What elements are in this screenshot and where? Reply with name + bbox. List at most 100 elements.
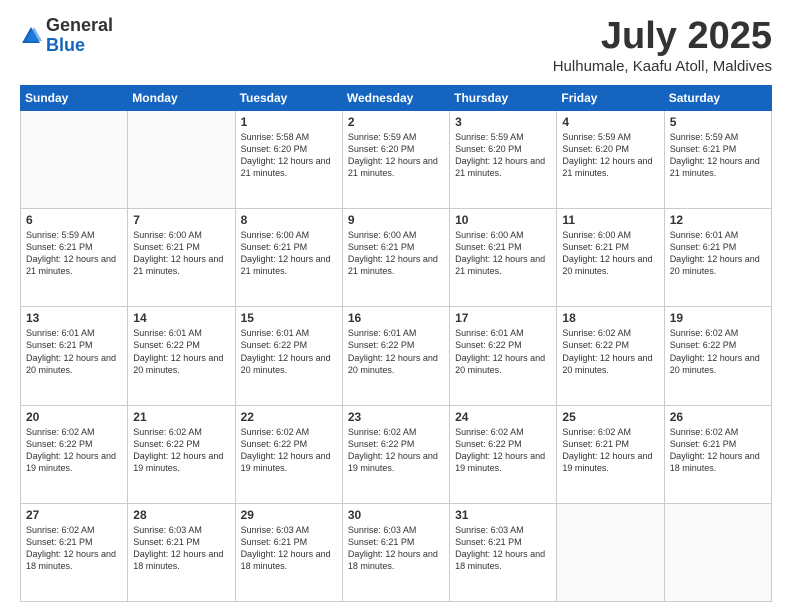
weekday-header-cell: Sunday [21, 85, 128, 110]
day-info: Sunrise: 5:58 AM Sunset: 6:20 PM Dayligh… [241, 131, 337, 180]
calendar-day-cell: 30 Sunrise: 6:03 AM Sunset: 6:21 PM Dayli… [342, 503, 449, 601]
weekday-header-cell: Saturday [664, 85, 771, 110]
day-number: 16 [348, 311, 444, 325]
day-info: Sunrise: 6:01 AM Sunset: 6:22 PM Dayligh… [133, 327, 229, 376]
day-info: Sunrise: 6:02 AM Sunset: 6:22 PM Dayligh… [562, 327, 658, 376]
day-info: Sunrise: 6:03 AM Sunset: 6:21 PM Dayligh… [348, 524, 444, 573]
day-number: 2 [348, 115, 444, 129]
day-info: Sunrise: 6:00 AM Sunset: 6:21 PM Dayligh… [562, 229, 658, 278]
day-info: Sunrise: 6:02 AM Sunset: 6:21 PM Dayligh… [670, 426, 766, 475]
calendar-day-cell: 17 Sunrise: 6:01 AM Sunset: 6:22 PM Dayli… [450, 307, 557, 405]
calendar-week-row: 1 Sunrise: 5:58 AM Sunset: 6:20 PM Daylig… [21, 110, 772, 208]
calendar-day-cell: 23 Sunrise: 6:02 AM Sunset: 6:22 PM Dayli… [342, 405, 449, 503]
day-info: Sunrise: 6:02 AM Sunset: 6:22 PM Dayligh… [133, 426, 229, 475]
day-number: 6 [26, 213, 122, 227]
calendar-day-cell: 6 Sunrise: 5:59 AM Sunset: 6:21 PM Daylig… [21, 209, 128, 307]
day-number: 28 [133, 508, 229, 522]
day-number: 18 [562, 311, 658, 325]
calendar-day-cell: 28 Sunrise: 6:03 AM Sunset: 6:21 PM Dayli… [128, 503, 235, 601]
calendar-day-cell: 27 Sunrise: 6:02 AM Sunset: 6:21 PM Dayli… [21, 503, 128, 601]
calendar-day-cell: 21 Sunrise: 6:02 AM Sunset: 6:22 PM Dayli… [128, 405, 235, 503]
day-number: 1 [241, 115, 337, 129]
logo-icon [20, 25, 42, 47]
day-info: Sunrise: 6:03 AM Sunset: 6:21 PM Dayligh… [455, 524, 551, 573]
day-number: 3 [455, 115, 551, 129]
title-block: July 2025 Hulhumale, Kaafu Atoll, Maldiv… [553, 16, 772, 75]
weekday-header-row: SundayMondayTuesdayWednesdayThursdayFrid… [21, 85, 772, 110]
calendar-week-row: 27 Sunrise: 6:02 AM Sunset: 6:21 PM Dayli… [21, 503, 772, 601]
day-number: 26 [670, 410, 766, 424]
day-info: Sunrise: 6:02 AM Sunset: 6:22 PM Dayligh… [26, 426, 122, 475]
day-info: Sunrise: 6:00 AM Sunset: 6:21 PM Dayligh… [133, 229, 229, 278]
day-info: Sunrise: 6:02 AM Sunset: 6:22 PM Dayligh… [348, 426, 444, 475]
day-number: 21 [133, 410, 229, 424]
calendar-table: SundayMondayTuesdayWednesdayThursdayFrid… [20, 85, 772, 602]
calendar-day-cell: 18 Sunrise: 6:02 AM Sunset: 6:22 PM Dayli… [557, 307, 664, 405]
calendar-day-cell: 13 Sunrise: 6:01 AM Sunset: 6:21 PM Dayli… [21, 307, 128, 405]
calendar-week-row: 13 Sunrise: 6:01 AM Sunset: 6:21 PM Dayli… [21, 307, 772, 405]
logo-blue-text: Blue [46, 35, 85, 55]
calendar-day-cell [128, 110, 235, 208]
day-info: Sunrise: 6:02 AM Sunset: 6:21 PM Dayligh… [26, 524, 122, 573]
day-number: 24 [455, 410, 551, 424]
calendar-day-cell: 20Sunrise: 6:02 AM Sunset: 6:22 PM Dayli… [21, 405, 128, 503]
calendar-day-cell: 9 Sunrise: 6:00 AM Sunset: 6:21 PM Daylig… [342, 209, 449, 307]
day-info: Sunrise: 6:01 AM Sunset: 6:21 PM Dayligh… [26, 327, 122, 376]
calendar-day-cell: 29Sunrise: 6:03 AM Sunset: 6:21 PM Dayli… [235, 503, 342, 601]
day-number: 27 [26, 508, 122, 522]
calendar-day-cell: 15Sunrise: 6:01 AM Sunset: 6:22 PM Dayli… [235, 307, 342, 405]
calendar-day-cell: 31Sunrise: 6:03 AM Sunset: 6:21 PM Dayli… [450, 503, 557, 601]
day-number: 14 [133, 311, 229, 325]
day-number: 12 [670, 213, 766, 227]
calendar-day-cell [557, 503, 664, 601]
calendar-day-cell: 19 Sunrise: 6:02 AM Sunset: 6:22 PM Dayli… [664, 307, 771, 405]
day-info: Sunrise: 5:59 AM Sunset: 6:20 PM Dayligh… [562, 131, 658, 180]
day-number: 5 [670, 115, 766, 129]
day-info: Sunrise: 6:01 AM Sunset: 6:21 PM Dayligh… [670, 229, 766, 278]
day-info: Sunrise: 6:00 AM Sunset: 6:21 PM Dayligh… [455, 229, 551, 278]
day-info: Sunrise: 6:00 AM Sunset: 6:21 PM Dayligh… [348, 229, 444, 278]
day-info: Sunrise: 5:59 AM Sunset: 6:20 PM Dayligh… [455, 131, 551, 180]
weekday-header-cell: Wednesday [342, 85, 449, 110]
day-info: Sunrise: 5:59 AM Sunset: 6:21 PM Dayligh… [670, 131, 766, 180]
month-title: July 2025 [553, 16, 772, 58]
calendar-day-cell: 26 Sunrise: 6:02 AM Sunset: 6:21 PM Dayli… [664, 405, 771, 503]
calendar-day-cell: 16 Sunrise: 6:01 AM Sunset: 6:22 PM Dayli… [342, 307, 449, 405]
day-info: Sunrise: 6:02 AM Sunset: 6:22 PM Dayligh… [670, 327, 766, 376]
calendar-day-cell [664, 503, 771, 601]
day-number: 17 [455, 311, 551, 325]
day-info: Sunrise: 6:01 AM Sunset: 6:22 PM Dayligh… [241, 327, 337, 376]
day-info: Sunrise: 5:59 AM Sunset: 6:21 PM Dayligh… [26, 229, 122, 278]
calendar-day-cell: 5 Sunrise: 5:59 AM Sunset: 6:21 PM Daylig… [664, 110, 771, 208]
day-number: 23 [348, 410, 444, 424]
calendar-day-cell: 10Sunrise: 6:00 AM Sunset: 6:21 PM Dayli… [450, 209, 557, 307]
calendar-day-cell: 8Sunrise: 6:00 AM Sunset: 6:21 PM Daylig… [235, 209, 342, 307]
calendar-day-cell: 24 Sunrise: 6:02 AM Sunset: 6:22 PM Dayli… [450, 405, 557, 503]
calendar-week-row: 6 Sunrise: 5:59 AM Sunset: 6:21 PM Daylig… [21, 209, 772, 307]
day-info: Sunrise: 6:02 AM Sunset: 6:22 PM Dayligh… [241, 426, 337, 475]
logo: General Blue [20, 16, 113, 56]
calendar-week-row: 20Sunrise: 6:02 AM Sunset: 6:22 PM Dayli… [21, 405, 772, 503]
day-number: 19 [670, 311, 766, 325]
day-number: 29 [241, 508, 337, 522]
day-number: 30 [348, 508, 444, 522]
calendar-day-cell: 12 Sunrise: 6:01 AM Sunset: 6:21 PM Dayli… [664, 209, 771, 307]
day-number: 22 [241, 410, 337, 424]
day-number: 4 [562, 115, 658, 129]
day-info: Sunrise: 6:03 AM Sunset: 6:21 PM Dayligh… [133, 524, 229, 573]
calendar-day-cell: 2Sunrise: 5:59 AM Sunset: 6:20 PM Daylig… [342, 110, 449, 208]
calendar-day-cell: 25Sunrise: 6:02 AM Sunset: 6:21 PM Dayli… [557, 405, 664, 503]
day-number: 13 [26, 311, 122, 325]
weekday-header-cell: Friday [557, 85, 664, 110]
weekday-header-cell: Monday [128, 85, 235, 110]
header: General Blue July 2025 Hulhumale, Kaafu … [20, 16, 772, 75]
day-number: 9 [348, 213, 444, 227]
calendar-day-cell [21, 110, 128, 208]
day-number: 8 [241, 213, 337, 227]
day-info: Sunrise: 6:01 AM Sunset: 6:22 PM Dayligh… [348, 327, 444, 376]
calendar-day-cell: 22 Sunrise: 6:02 AM Sunset: 6:22 PM Dayli… [235, 405, 342, 503]
logo-general-text: General [46, 15, 113, 35]
day-info: Sunrise: 6:01 AM Sunset: 6:22 PM Dayligh… [455, 327, 551, 376]
day-info: Sunrise: 6:02 AM Sunset: 6:22 PM Dayligh… [455, 426, 551, 475]
calendar-day-cell: 1 Sunrise: 5:58 AM Sunset: 6:20 PM Daylig… [235, 110, 342, 208]
